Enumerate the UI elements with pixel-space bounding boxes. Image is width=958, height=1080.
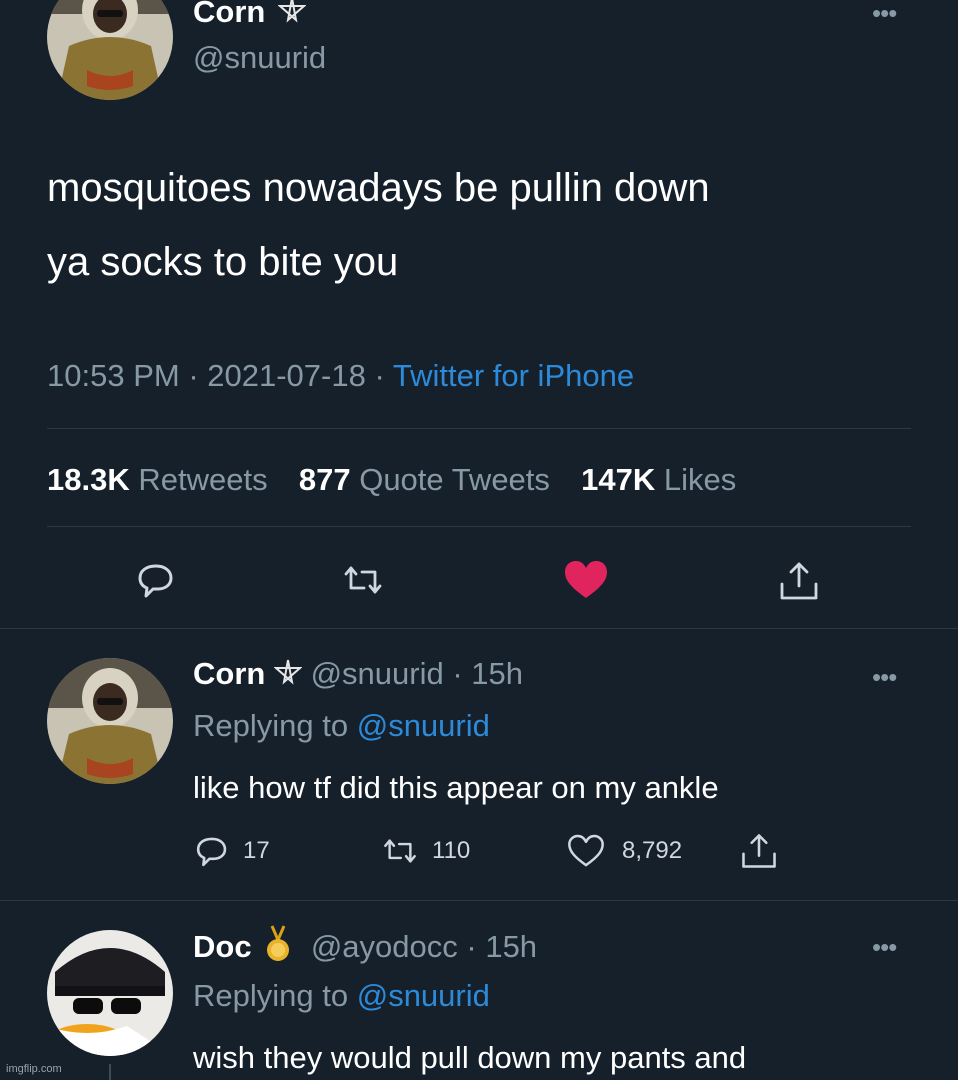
tweet-source[interactable]: Twitter for iPhone: [393, 358, 634, 393]
quotes-count: 877: [298, 462, 351, 497]
avatar[interactable]: [47, 658, 173, 784]
share-icon[interactable]: [738, 830, 780, 877]
author-name-row: Corn: [193, 0, 307, 34]
retweets-stat[interactable]: 18.3K Retweets: [47, 462, 268, 497]
quotes-stat[interactable]: 877 Quote Tweets: [299, 462, 550, 497]
avatar[interactable]: [47, 930, 173, 1056]
thread-line: [109, 1064, 111, 1080]
reply-text: wish they would pull down my pants and: [193, 1040, 747, 1075]
like-action[interactable]: 8,792: [566, 832, 682, 870]
like-count: 8,792: [622, 837, 683, 864]
reply-header: Doc @ayodocc · 15h: [193, 924, 537, 974]
reply-author-handle[interactable]: @snuurid: [311, 656, 444, 691]
reply-time[interactable]: 15h: [485, 929, 537, 964]
retweet-icon[interactable]: [340, 558, 386, 607]
share-icon[interactable]: [776, 558, 822, 609]
avatar[interactable]: [47, 0, 173, 100]
retweet-count: 110: [432, 837, 471, 864]
reply-time[interactable]: 15h: [471, 656, 523, 691]
reply-author-name[interactable]: Corn: [193, 656, 265, 691]
replying-to-handle[interactable]: @snuurid: [357, 978, 490, 1013]
more-dots-icon[interactable]: •••: [872, 664, 897, 690]
author-name[interactable]: Corn: [193, 0, 265, 29]
heart-icon: [568, 834, 604, 867]
retweet-icon: [384, 839, 416, 863]
replying-to-label: Replying to: [193, 978, 349, 1013]
reply-count: 17: [243, 837, 270, 864]
author-handle[interactable]: @snuurid: [193, 38, 326, 78]
more-dots-icon[interactable]: •••: [872, 934, 897, 960]
pentagram-icon: [273, 656, 303, 696]
tweet-date[interactable]: 2021-07-18: [207, 358, 366, 393]
reply-author-handle[interactable]: @ayodocc: [311, 929, 458, 964]
tweet-meta: 10:53 PM · 2021-07-18 · Twitter for iPho…: [47, 356, 634, 396]
tweet-text-line2: ya socks to bite you: [47, 240, 399, 284]
divider: [47, 428, 911, 429]
watermark: imgflip.com: [6, 1063, 62, 1075]
divider: [0, 900, 958, 901]
divider: [47, 526, 911, 527]
retweets-count: 18.3K: [47, 462, 130, 497]
tweet-stats: 18.3K Retweets 877 Quote Tweets 147K Lik…: [47, 460, 736, 500]
reply-action[interactable]: 17: [193, 832, 270, 870]
meta-separator: ·: [374, 358, 393, 393]
replying-to: Replying to @snuurid: [193, 706, 490, 746]
pentagram-icon: [277, 0, 307, 34]
meta-separator: ·: [443, 656, 472, 691]
replying-to-handle[interactable]: @snuurid: [357, 708, 490, 743]
reply-icon[interactable]: [134, 558, 178, 607]
heart-icon[interactable]: [562, 558, 610, 607]
gold-medal-icon: [264, 924, 292, 974]
reply-icon: [196, 837, 227, 867]
tweet-time[interactable]: 10:53 PM: [47, 358, 180, 393]
likes-count: 147K: [581, 462, 656, 497]
more-dots-icon[interactable]: •••: [872, 0, 897, 26]
meta-separator: ·: [188, 358, 208, 393]
divider: [0, 628, 958, 629]
likes-label: Likes: [663, 462, 737, 497]
replying-to-label: Replying to: [193, 708, 349, 743]
retweet-action[interactable]: 110: [380, 832, 470, 870]
reply-header: Corn @snuurid · 15h: [193, 654, 523, 696]
reply-text: like how tf did this appear on my ankle: [193, 770, 719, 805]
reply-author-name[interactable]: Doc: [193, 929, 252, 964]
likes-stat[interactable]: 147K Likes: [581, 462, 736, 497]
meta-separator: ·: [457, 929, 486, 965]
quotes-label: Quote Tweets: [359, 462, 550, 497]
replying-to: Replying to @snuurid: [193, 976, 490, 1016]
retweets-label: Retweets: [138, 462, 268, 497]
tweet-text-line1: mosquitoes nowadays be pullin down: [47, 166, 710, 210]
